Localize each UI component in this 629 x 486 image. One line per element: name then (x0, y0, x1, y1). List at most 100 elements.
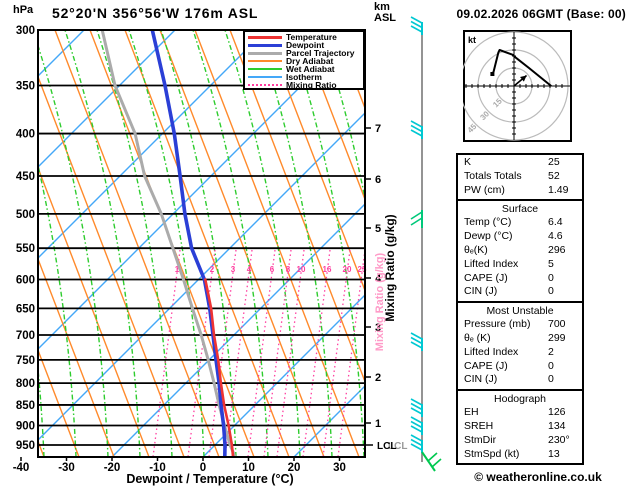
wet-adiabat-line (256, 30, 333, 457)
pressure-tick-label: 500 (16, 209, 35, 221)
table-row-label: Pressure (mb) (464, 318, 531, 331)
table-row-label: Dewp (°C) (464, 230, 513, 243)
km-tick-label: 7 (375, 123, 381, 135)
sounding-curves (100, 30, 237, 457)
table-row: StmDir 230° (458, 434, 582, 448)
table-row-value: 126 (548, 406, 566, 419)
mixing-ratio-label: 10 (297, 265, 306, 274)
mixing-ratio-label: 6 (270, 265, 275, 274)
wind-barb-icon (410, 120, 423, 139)
pressure-tick-label: 600 (16, 275, 35, 287)
mixing-ratio-label: 8 (286, 265, 291, 274)
hodograph-trace-end (490, 72, 495, 76)
mixing-ratio-label: 3 (231, 265, 236, 274)
wet-adiabat-line (224, 30, 301, 457)
table-row-value: 299 (548, 331, 566, 344)
wind-barb-icon (410, 416, 423, 435)
km-tick-label: 5 (375, 223, 381, 235)
table-row-label: CIN (J) (464, 373, 498, 386)
wet-adiabat-line (288, 30, 364, 457)
table-row-label: StmDir (464, 433, 497, 446)
table-section: Most Unstable Pressure (mb) 700 θₑ (K) 299 Li… (458, 301, 582, 389)
table-row-value: 6.4 (548, 216, 563, 229)
table-row-label: Totals Totals (464, 169, 522, 182)
wind-barb-icon (410, 398, 423, 417)
table-row-label: CIN (J) (464, 285, 498, 298)
table-row: θₑ(K) 296 (458, 244, 582, 258)
table-section-header: Hodograph (494, 393, 546, 406)
temp-tick-label: -30 (58, 462, 75, 474)
legend-swatch-mixing-ratio (248, 84, 282, 86)
lcl-label: LCL (377, 441, 396, 452)
parcel-trajectory-curve (100, 30, 237, 457)
wind-barb-icon (410, 210, 423, 228)
legend-swatch-dewpoint (248, 43, 282, 47)
table-row-label: SREH (464, 419, 494, 432)
mixing-ratio-label: 16 (323, 265, 332, 274)
wind-barb-icon (410, 16, 423, 35)
pressure-tick-label: 900 (16, 421, 35, 433)
table-row-label: θₑ(K) (464, 243, 488, 256)
table-row: Lifted Index 2 (458, 346, 582, 360)
indices-table: K 25 Totals Totals 52 PW (cm) 1.49 Surface Temp… (456, 153, 584, 466)
table-row: CAPE (J) 0 (458, 360, 582, 374)
hodograph-unit-label: kt (468, 35, 476, 45)
table-row-value: 5 (548, 257, 554, 270)
temp-tick-label: -20 (104, 462, 121, 474)
line (427, 452, 438, 462)
legend-box: Temperature Dewpoint Parcel Trajectory Dry … (243, 30, 365, 90)
table-row-label: CAPE (J) (464, 359, 508, 372)
table-row: EH 126 (458, 406, 582, 420)
mixing-ratio-axis-label: Mixing Ratio (g/kg) (383, 214, 397, 321)
table-row-value: 52 (548, 169, 560, 182)
copyright: © weatheronline.co.uk (474, 470, 602, 484)
pressure-tick-label: 650 (16, 303, 35, 315)
table-row-label: CAPE (J) (464, 271, 508, 284)
table-row: CIN (J) 0 (458, 285, 582, 299)
mixing-ratio-label: 2 (210, 265, 215, 274)
table-row: SREH 134 (458, 420, 582, 434)
table-row: K 25 (458, 156, 582, 170)
pressure-tick-label: 750 (16, 355, 35, 367)
line (410, 211, 423, 220)
dry-adiabat-line (54, 30, 220, 457)
table-row: CAPE (J) 0 (458, 272, 582, 286)
km-tick-label: 6 (375, 174, 381, 186)
table-section: Surface Temp (°C) 6.4 Dewp (°C) 4.6 θₑ(K) 296 L… (458, 199, 582, 301)
table-row: PW (cm) 1.49 (458, 184, 582, 198)
table-row-label: StmSpd (kt) (464, 447, 520, 460)
table-row-value: 0 (548, 285, 554, 298)
legend-swatch-temperature (248, 35, 282, 39)
table-row-value: 1.49 (548, 183, 569, 196)
temp-tick-label: -40 (13, 462, 30, 474)
legend-swatch-isotherm (248, 76, 282, 78)
table-row: Lifted Index 5 (458, 258, 582, 272)
wind-barb-icon (410, 434, 423, 453)
pressure-tick-label: 700 (16, 330, 35, 342)
table-row-value: 2 (548, 345, 554, 358)
table-row-label: PW (cm) (464, 183, 505, 196)
mixing-ratio-label: 4 (247, 265, 252, 274)
table-row: Pressure (mb) 700 (458, 318, 582, 332)
pressure-tick-label: 800 (16, 378, 35, 390)
table-row: StmSpd (kt) 13 (458, 448, 582, 462)
table-section: K 25 Totals Totals 52 PW (cm) 1.49 (458, 155, 582, 199)
table-row-value: 13 (548, 447, 560, 460)
table-row: Totals Totals 52 (458, 170, 582, 184)
table-row-value: 230° (548, 433, 570, 446)
table-row-label: EH (464, 406, 479, 419)
table-row-value: 0 (548, 271, 554, 284)
table-section: Hodograph EH 126 SREH 134 StmDir 230° StmSpd (k… (458, 389, 582, 463)
pressure-tick-label: 850 (16, 400, 35, 412)
table-row: θₑ (K) 299 (458, 332, 582, 346)
table-row-label: Lifted Index (464, 257, 519, 270)
table-row-value: 0 (548, 359, 554, 372)
table-row-value: 0 (548, 373, 554, 386)
table-row-label: θₑ (K) (464, 331, 491, 344)
table-row-value: 700 (548, 318, 566, 331)
pressure-tick-label: 400 (16, 129, 35, 141)
table-row-value: 4.6 (548, 230, 563, 243)
mixing-ratio-label: 20 (343, 265, 352, 274)
hodograph: 153045kt (463, 30, 572, 142)
pressure-tick-label: 300 (16, 25, 35, 37)
